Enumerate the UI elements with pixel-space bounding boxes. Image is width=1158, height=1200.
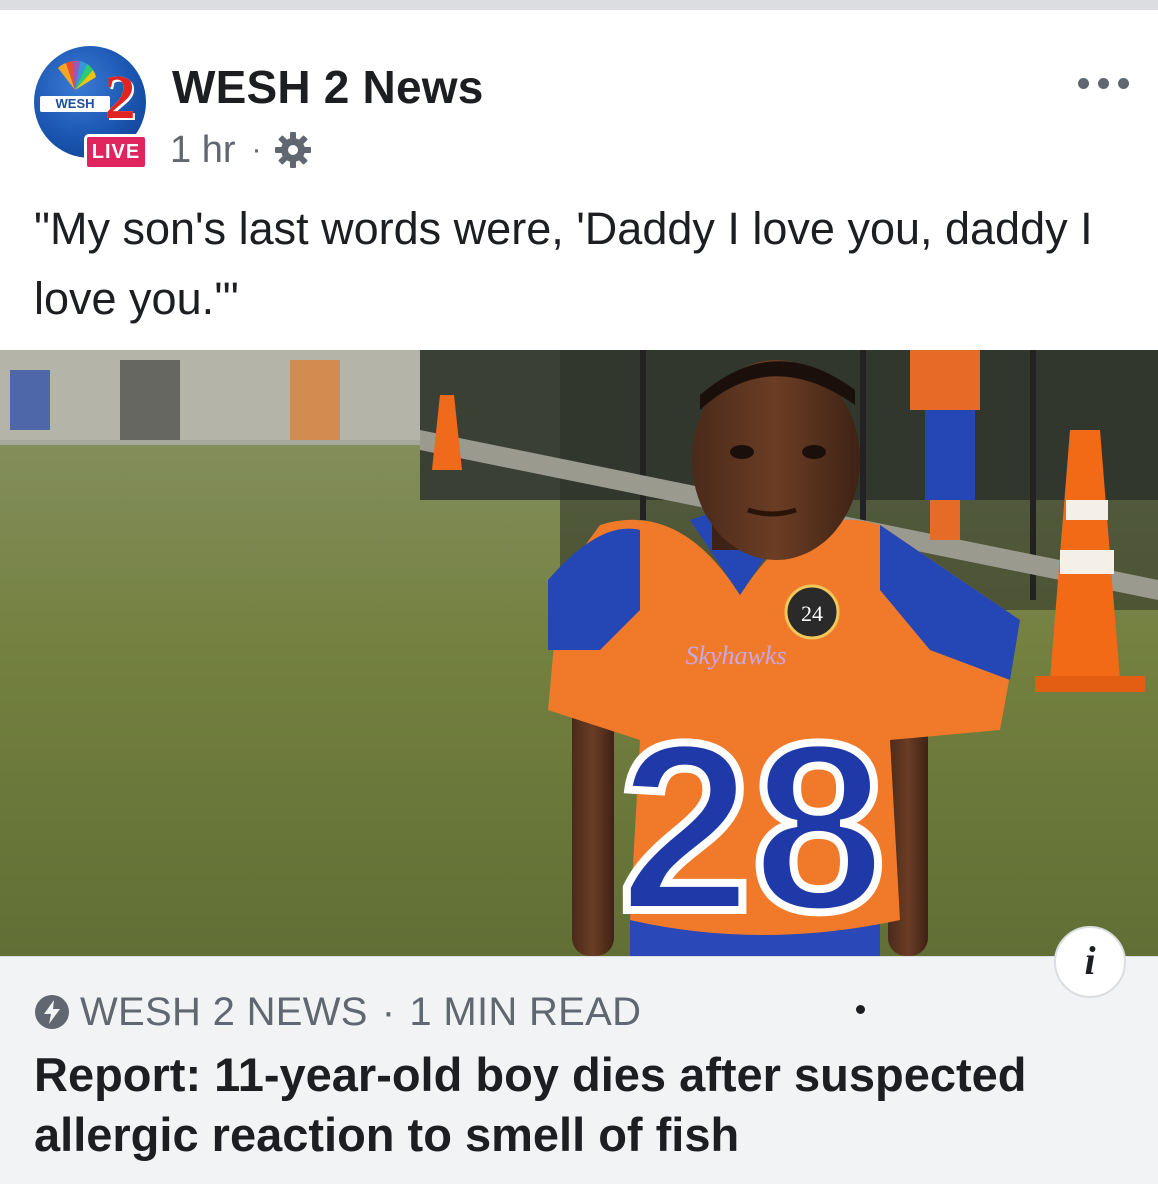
page-name-link[interactable]: WESH 2 News bbox=[172, 60, 484, 114]
more-options-button[interactable] bbox=[1076, 68, 1132, 98]
link-source-row: WESH 2 NEWS · 1 MIN READ bbox=[34, 987, 641, 1037]
jersey-patch-number: 24 bbox=[801, 601, 823, 626]
avatar-numeral: 2 bbox=[104, 64, 136, 132]
meta-separator: · bbox=[251, 133, 262, 166]
stray-dot bbox=[856, 1005, 865, 1014]
post-text: "My son's last words were, 'Daddy I love… bbox=[34, 203, 1093, 324]
info-button[interactable]: i bbox=[1054, 926, 1126, 998]
post-header: WESH 2 LIVE WESH 2 News 1 hr · "My son's… bbox=[0, 10, 1158, 350]
more-dots-icon bbox=[1078, 78, 1089, 89]
more-dots-icon bbox=[1098, 78, 1109, 89]
bottom-spacer bbox=[0, 1184, 1158, 1200]
jersey-number: 28 bbox=[619, 693, 886, 956]
photo-illustration: 28 Skyhawks 24 bbox=[0, 350, 1158, 956]
post-photo[interactable]: 28 Skyhawks 24 bbox=[0, 350, 1158, 956]
link-read-time: 1 MIN READ bbox=[409, 989, 642, 1034]
top-divider bbox=[0, 0, 1158, 10]
link-headline[interactable]: Report: 11-year-old boy dies after suspe… bbox=[34, 1045, 1134, 1165]
more-dots-icon bbox=[1118, 78, 1129, 89]
gear-icon[interactable] bbox=[273, 130, 313, 170]
link-source-separator: · bbox=[381, 989, 396, 1034]
peacock-icon bbox=[58, 60, 96, 90]
lightning-bolt-icon bbox=[35, 995, 69, 1029]
post-meta: 1 hr · bbox=[170, 128, 313, 172]
link-source-name: WESH 2 NEWS bbox=[80, 989, 368, 1034]
jersey-team: Skyhawks bbox=[685, 641, 786, 670]
link-preview-card[interactable]: WESH 2 NEWS · 1 MIN READ Report: 11-year… bbox=[0, 956, 1158, 1184]
post-timestamp[interactable]: 1 hr bbox=[170, 129, 235, 172]
live-badge: LIVE bbox=[84, 134, 148, 170]
